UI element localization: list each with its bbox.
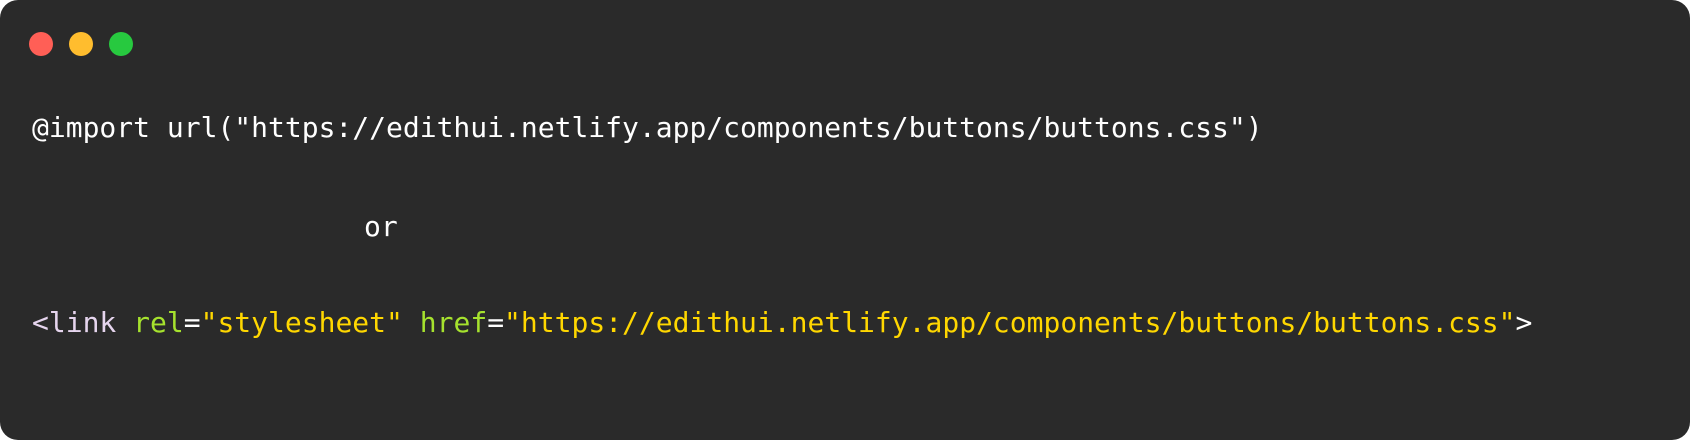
close-button[interactable] [29, 32, 53, 56]
import-statement-line: @import url("https://edithui.netlify.app… [32, 111, 1263, 144]
rel-attribute-name: rel [133, 306, 184, 339]
link-space-2 [403, 306, 420, 339]
code-window: @import url("https://edithui.netlify.app… [0, 0, 1690, 440]
maximize-button[interactable] [109, 32, 133, 56]
rel-equals: = [183, 306, 201, 339]
href-attribute-name: href [419, 306, 488, 339]
href-equals: = [487, 306, 505, 339]
href-attribute-value: "https://edithui.netlify.app/components/… [504, 306, 1516, 339]
window-controls [29, 32, 133, 56]
link-tag-open: <link [32, 306, 117, 339]
minimize-button[interactable] [69, 32, 93, 56]
or-separator-line: or [364, 210, 398, 243]
link-tag-line: <link rel="stylesheet" href="https://edi… [32, 306, 1532, 340]
rel-attribute-value: "stylesheet" [200, 306, 403, 339]
link-tag-close: > [1515, 306, 1533, 339]
link-space-1 [116, 306, 133, 339]
